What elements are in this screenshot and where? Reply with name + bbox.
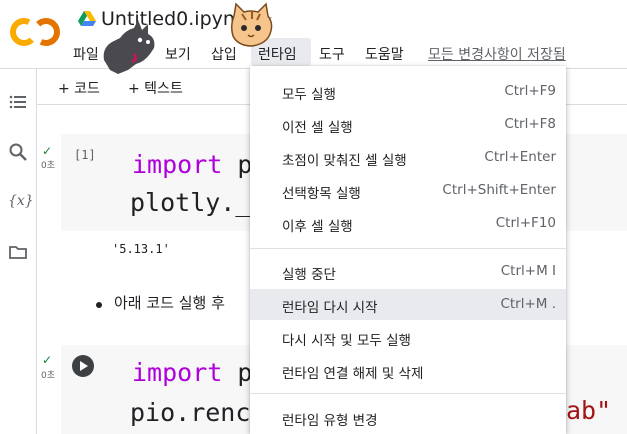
add-code-button[interactable]: + 코드 xyxy=(58,78,100,98)
cell-success-check-icon: ✓ xyxy=(42,144,53,158)
menu-item-label: 선택항목 실행 xyxy=(282,186,361,202)
code-line: plotly._ xyxy=(130,188,251,217)
menu-file[interactable]: 파일 xyxy=(73,44,99,64)
code-text: p xyxy=(222,358,253,387)
menu-item-run-before[interactable]: 이전 셀 실행 Ctrl+F8 xyxy=(250,109,566,140)
orange-cat-sticker xyxy=(230,2,273,47)
code-string: ab" xyxy=(566,396,612,425)
menu-item-disconnect-delete[interactable]: 런타임 연결 해제 및 삭제 xyxy=(250,355,566,386)
menu-item-run-all[interactable]: 모두 실행 Ctrl+F9 xyxy=(250,76,566,107)
menu-item-shortcut: Ctrl+Shift+Enter xyxy=(442,182,556,198)
cell-success-check-icon: ✓ xyxy=(42,353,53,367)
code-line: pio.renc xyxy=(130,398,251,427)
runtime-menu-dropdown: 모두 실행 Ctrl+F9 이전 셀 실행 Ctrl+F8 초점이 맞춰진 셀 … xyxy=(250,66,566,434)
saved-status-link[interactable]: 모든 변경사항이 저장됨 xyxy=(428,44,566,64)
menu-separator xyxy=(250,248,566,249)
cell-exec-time: 0초 xyxy=(41,371,56,381)
execution-count: [1] xyxy=(74,148,96,162)
menu-help[interactable]: 도움말 xyxy=(365,44,404,64)
markdown-bullet-text: 아래 코드 실행 후 xyxy=(114,294,225,312)
left-sidebar: {x} xyxy=(0,69,37,434)
menu-item-label: 모두 실행 xyxy=(282,87,336,103)
menu-item-shortcut: Ctrl+M I xyxy=(500,263,556,279)
folder-icon[interactable] xyxy=(8,242,28,262)
menu-item-restart-runtime[interactable]: 런타임 다시 시작 Ctrl+M . xyxy=(250,289,566,320)
menu-item-run-focused[interactable]: 초점이 맞춰진 셀 실행 Ctrl+Enter xyxy=(250,142,566,173)
add-text-button[interactable]: + 텍스트 xyxy=(128,78,183,98)
cell-exec-time: 0초 xyxy=(41,161,56,171)
menu-separator xyxy=(250,393,566,394)
code-keyword: import xyxy=(132,150,223,179)
menu-item-shortcut: Ctrl+M . xyxy=(500,296,556,312)
menu-item-run-selection[interactable]: 선택항목 실행 Ctrl+Shift+Enter xyxy=(250,175,566,206)
menu-item-label: 런타임 연결 해제 및 삭제 xyxy=(282,366,424,382)
menu-tools[interactable]: 도구 xyxy=(319,44,345,64)
menu-item-label: 다시 시작 및 모두 실행 xyxy=(282,333,411,349)
table-of-contents-icon[interactable] xyxy=(8,92,28,112)
code-line: import p xyxy=(132,358,252,387)
menu-item-change-runtime-type[interactable]: 런타임 유형 변경 xyxy=(250,402,566,433)
code-line: import p xyxy=(132,150,252,179)
menu-item-label: 이후 셀 실행 xyxy=(282,219,353,235)
menu-item-label: 런타임 유형 변경 xyxy=(282,413,378,429)
bullet-dot xyxy=(96,302,102,308)
menu-item-shortcut: Ctrl+F10 xyxy=(495,215,556,231)
menu-view[interactable]: 보기 xyxy=(165,44,191,64)
colab-logo[interactable] xyxy=(10,14,60,50)
play-icon xyxy=(80,361,88,371)
code-text: p xyxy=(222,150,253,179)
variables-icon[interactable]: {x} xyxy=(8,191,34,211)
menu-item-label: 런타임 다시 시작 xyxy=(282,300,378,316)
menu-item-interrupt[interactable]: 실행 중단 Ctrl+M I xyxy=(250,256,566,287)
menu-item-label: 이전 셀 실행 xyxy=(282,120,353,136)
menu-item-shortcut: Ctrl+F9 xyxy=(504,83,556,99)
code-keyword: import xyxy=(132,358,223,387)
menu-item-label: 실행 중단 xyxy=(282,267,336,283)
google-drive-icon[interactable] xyxy=(78,11,96,27)
menu-item-shortcut: Ctrl+Enter xyxy=(484,149,556,165)
menu-item-label: 초점이 맞춰진 셀 실행 xyxy=(282,153,407,169)
menu-item-restart-and-run-all[interactable]: 다시 시작 및 모두 실행 xyxy=(250,322,566,353)
search-icon[interactable] xyxy=(8,142,28,162)
gray-cat-sticker xyxy=(103,20,155,74)
menu-item-shortcut: Ctrl+F8 xyxy=(504,116,556,132)
menu-item-run-after[interactable]: 이후 셀 실행 Ctrl+F10 xyxy=(250,208,566,239)
cell-output: '5.13.1' xyxy=(112,242,170,256)
